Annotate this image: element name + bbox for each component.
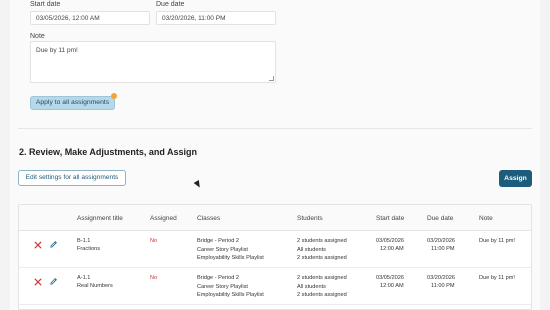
students-item: 2 students assigned bbox=[297, 292, 347, 298]
table-header: Assignment title Assigned Classes Studen… bbox=[19, 205, 531, 231]
class-item: Bridge - Period 2 bbox=[197, 238, 239, 244]
section-divider bbox=[18, 128, 532, 129]
assigned-status: No bbox=[150, 275, 158, 281]
start-date-field[interactable]: 03/05/2026, 12:00 AM bbox=[30, 11, 150, 25]
assignments-table: Assignment title Assigned Classes Studen… bbox=[18, 204, 532, 310]
edit-settings-button[interactable]: Edit settings for all assignments bbox=[18, 170, 126, 186]
note-label: Note bbox=[30, 33, 45, 40]
class-item: Career Story Playlist bbox=[197, 246, 248, 253]
table-row: B-1.1 Fractions No Bridge - Period 2 Car… bbox=[19, 231, 531, 268]
start-time-value: 12:00 AM bbox=[380, 246, 404, 252]
apply-to-all-button[interactable]: Apply to all assignments bbox=[30, 96, 115, 110]
note-value: Due by 11 pm! bbox=[479, 275, 515, 281]
notification-dot bbox=[111, 93, 117, 99]
start-date-label: Start date bbox=[30, 1, 61, 8]
students-item: 2 students assigned bbox=[297, 238, 347, 244]
section-title: 2. Review, Make Adjustments, and Assign bbox=[19, 147, 198, 157]
header-assigned: Assigned bbox=[150, 215, 177, 222]
note-text: Due by 11 pm! bbox=[36, 47, 78, 54]
note-value: Due by 11 pm! bbox=[479, 238, 515, 244]
pencil-icon[interactable] bbox=[49, 277, 58, 286]
header-assignment-title: Assignment title bbox=[77, 215, 123, 222]
class-item: Employability Skills Playlist bbox=[197, 255, 264, 261]
due-date-label: Due date bbox=[156, 1, 185, 8]
due-time-value: 11:00 PM bbox=[431, 283, 455, 289]
assignment-name: Fractions bbox=[77, 246, 101, 252]
note-textarea[interactable]: Due by 11 pm! bbox=[30, 41, 276, 83]
header-note: Note bbox=[479, 215, 493, 222]
close-icon[interactable] bbox=[34, 278, 42, 286]
pencil-icon[interactable] bbox=[49, 240, 58, 249]
page: Start date 03/05/2026, 12:00 AM Due date… bbox=[0, 0, 550, 310]
due-date-field[interactable]: 03/20/2026, 11:00 PM bbox=[156, 11, 276, 25]
students-item: All students bbox=[297, 246, 326, 253]
students-item: 2 students assigned bbox=[297, 255, 347, 261]
students-item: All students bbox=[297, 283, 326, 290]
class-item: Employability Skills Playlist bbox=[197, 292, 264, 298]
due-time-value: 11:00 PM bbox=[431, 246, 455, 252]
assign-button[interactable]: Assign bbox=[499, 170, 532, 187]
start-time-value: 12:00 AM bbox=[380, 283, 404, 289]
students-item: 2 students assigned bbox=[297, 275, 347, 281]
header-students: Students bbox=[297, 215, 323, 222]
close-icon[interactable] bbox=[34, 241, 42, 249]
table-row: A-1.1 Real Numbers No Bridge - Period 2 … bbox=[19, 268, 531, 305]
header-due-date: Due date bbox=[427, 215, 454, 222]
assignment-name: Real Numbers bbox=[77, 283, 113, 289]
class-item: Career Story Playlist bbox=[197, 283, 248, 290]
header-classes: Classes bbox=[197, 215, 221, 222]
assigned-status: No bbox=[150, 238, 158, 244]
header-start-date: Start date bbox=[376, 215, 405, 222]
class-item: Bridge - Period 2 bbox=[197, 275, 239, 281]
resize-handle-icon[interactable] bbox=[269, 76, 274, 81]
